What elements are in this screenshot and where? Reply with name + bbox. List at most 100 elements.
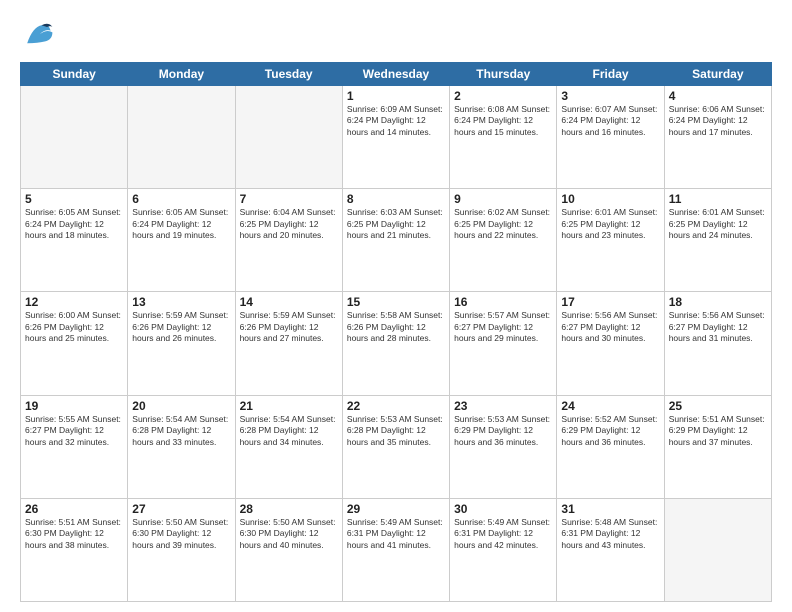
empty-cell (664, 498, 771, 601)
day-cell-31: 31Sunrise: 5:48 AM Sunset: 6:31 PM Dayli… (557, 498, 664, 601)
day-cell-6: 6Sunrise: 6:05 AM Sunset: 6:24 PM Daylig… (128, 189, 235, 292)
day-header-sunday: Sunday (21, 63, 128, 86)
day-cell-21: 21Sunrise: 5:54 AM Sunset: 6:28 PM Dayli… (235, 395, 342, 498)
day-info: Sunrise: 6:05 AM Sunset: 6:24 PM Dayligh… (25, 207, 123, 241)
day-info: Sunrise: 6:02 AM Sunset: 6:25 PM Dayligh… (454, 207, 552, 241)
day-cell-4: 4Sunrise: 6:06 AM Sunset: 6:24 PM Daylig… (664, 86, 771, 189)
page: SundayMondayTuesdayWednesdayThursdayFrid… (0, 0, 792, 612)
day-number: 25 (669, 399, 767, 413)
day-number: 19 (25, 399, 123, 413)
day-info: Sunrise: 5:54 AM Sunset: 6:28 PM Dayligh… (132, 414, 230, 448)
week-row-2: 5Sunrise: 6:05 AM Sunset: 6:24 PM Daylig… (21, 189, 772, 292)
day-number: 18 (669, 295, 767, 309)
day-cell-12: 12Sunrise: 6:00 AM Sunset: 6:26 PM Dayli… (21, 292, 128, 395)
day-info: Sunrise: 5:48 AM Sunset: 6:31 PM Dayligh… (561, 517, 659, 551)
header-row: SundayMondayTuesdayWednesdayThursdayFrid… (21, 63, 772, 86)
day-cell-18: 18Sunrise: 5:56 AM Sunset: 6:27 PM Dayli… (664, 292, 771, 395)
day-info: Sunrise: 5:50 AM Sunset: 6:30 PM Dayligh… (132, 517, 230, 551)
day-number: 1 (347, 89, 445, 103)
day-info: Sunrise: 6:03 AM Sunset: 6:25 PM Dayligh… (347, 207, 445, 241)
day-info: Sunrise: 5:49 AM Sunset: 6:31 PM Dayligh… (347, 517, 445, 551)
day-cell-20: 20Sunrise: 5:54 AM Sunset: 6:28 PM Dayli… (128, 395, 235, 498)
day-cell-1: 1Sunrise: 6:09 AM Sunset: 6:24 PM Daylig… (342, 86, 449, 189)
day-cell-3: 3Sunrise: 6:07 AM Sunset: 6:24 PM Daylig… (557, 86, 664, 189)
day-info: Sunrise: 5:57 AM Sunset: 6:27 PM Dayligh… (454, 310, 552, 344)
day-cell-28: 28Sunrise: 5:50 AM Sunset: 6:30 PM Dayli… (235, 498, 342, 601)
day-cell-19: 19Sunrise: 5:55 AM Sunset: 6:27 PM Dayli… (21, 395, 128, 498)
day-number: 29 (347, 502, 445, 516)
day-cell-22: 22Sunrise: 5:53 AM Sunset: 6:28 PM Dayli… (342, 395, 449, 498)
day-number: 26 (25, 502, 123, 516)
day-info: Sunrise: 6:06 AM Sunset: 6:24 PM Dayligh… (669, 104, 767, 138)
day-info: Sunrise: 5:50 AM Sunset: 6:30 PM Dayligh… (240, 517, 338, 551)
day-header-thursday: Thursday (450, 63, 557, 86)
logo-icon (20, 18, 56, 54)
day-info: Sunrise: 6:00 AM Sunset: 6:26 PM Dayligh… (25, 310, 123, 344)
day-info: Sunrise: 5:53 AM Sunset: 6:29 PM Dayligh… (454, 414, 552, 448)
day-number: 10 (561, 192, 659, 206)
day-number: 15 (347, 295, 445, 309)
day-info: Sunrise: 6:09 AM Sunset: 6:24 PM Dayligh… (347, 104, 445, 138)
day-number: 22 (347, 399, 445, 413)
day-cell-23: 23Sunrise: 5:53 AM Sunset: 6:29 PM Dayli… (450, 395, 557, 498)
day-number: 13 (132, 295, 230, 309)
day-header-friday: Friday (557, 63, 664, 86)
day-number: 30 (454, 502, 552, 516)
day-cell-16: 16Sunrise: 5:57 AM Sunset: 6:27 PM Dayli… (450, 292, 557, 395)
empty-cell (128, 86, 235, 189)
calendar-table: SundayMondayTuesdayWednesdayThursdayFrid… (20, 62, 772, 602)
logo (20, 18, 60, 54)
day-info: Sunrise: 5:53 AM Sunset: 6:28 PM Dayligh… (347, 414, 445, 448)
day-cell-8: 8Sunrise: 6:03 AM Sunset: 6:25 PM Daylig… (342, 189, 449, 292)
header (20, 18, 772, 54)
day-info: Sunrise: 5:56 AM Sunset: 6:27 PM Dayligh… (669, 310, 767, 344)
day-cell-2: 2Sunrise: 6:08 AM Sunset: 6:24 PM Daylig… (450, 86, 557, 189)
day-number: 23 (454, 399, 552, 413)
day-info: Sunrise: 6:04 AM Sunset: 6:25 PM Dayligh… (240, 207, 338, 241)
day-number: 2 (454, 89, 552, 103)
day-header-saturday: Saturday (664, 63, 771, 86)
day-header-monday: Monday (128, 63, 235, 86)
day-cell-30: 30Sunrise: 5:49 AM Sunset: 6:31 PM Dayli… (450, 498, 557, 601)
day-number: 14 (240, 295, 338, 309)
week-row-1: 1Sunrise: 6:09 AM Sunset: 6:24 PM Daylig… (21, 86, 772, 189)
day-cell-7: 7Sunrise: 6:04 AM Sunset: 6:25 PM Daylig… (235, 189, 342, 292)
day-number: 9 (454, 192, 552, 206)
day-cell-24: 24Sunrise: 5:52 AM Sunset: 6:29 PM Dayli… (557, 395, 664, 498)
day-cell-29: 29Sunrise: 5:49 AM Sunset: 6:31 PM Dayli… (342, 498, 449, 601)
week-row-5: 26Sunrise: 5:51 AM Sunset: 6:30 PM Dayli… (21, 498, 772, 601)
day-info: Sunrise: 5:59 AM Sunset: 6:26 PM Dayligh… (240, 310, 338, 344)
day-info: Sunrise: 5:55 AM Sunset: 6:27 PM Dayligh… (25, 414, 123, 448)
day-number: 4 (669, 89, 767, 103)
day-cell-17: 17Sunrise: 5:56 AM Sunset: 6:27 PM Dayli… (557, 292, 664, 395)
day-info: Sunrise: 6:07 AM Sunset: 6:24 PM Dayligh… (561, 104, 659, 138)
day-number: 11 (669, 192, 767, 206)
day-number: 5 (25, 192, 123, 206)
day-number: 3 (561, 89, 659, 103)
empty-cell (235, 86, 342, 189)
day-number: 16 (454, 295, 552, 309)
day-info: Sunrise: 6:01 AM Sunset: 6:25 PM Dayligh… (669, 207, 767, 241)
week-row-4: 19Sunrise: 5:55 AM Sunset: 6:27 PM Dayli… (21, 395, 772, 498)
day-cell-11: 11Sunrise: 6:01 AM Sunset: 6:25 PM Dayli… (664, 189, 771, 292)
day-number: 12 (25, 295, 123, 309)
day-cell-26: 26Sunrise: 5:51 AM Sunset: 6:30 PM Dayli… (21, 498, 128, 601)
day-info: Sunrise: 5:58 AM Sunset: 6:26 PM Dayligh… (347, 310, 445, 344)
day-cell-13: 13Sunrise: 5:59 AM Sunset: 6:26 PM Dayli… (128, 292, 235, 395)
day-info: Sunrise: 5:54 AM Sunset: 6:28 PM Dayligh… (240, 414, 338, 448)
day-header-wednesday: Wednesday (342, 63, 449, 86)
day-cell-15: 15Sunrise: 5:58 AM Sunset: 6:26 PM Dayli… (342, 292, 449, 395)
day-info: Sunrise: 6:08 AM Sunset: 6:24 PM Dayligh… (454, 104, 552, 138)
day-info: Sunrise: 5:52 AM Sunset: 6:29 PM Dayligh… (561, 414, 659, 448)
day-cell-10: 10Sunrise: 6:01 AM Sunset: 6:25 PM Dayli… (557, 189, 664, 292)
empty-cell (21, 86, 128, 189)
day-cell-27: 27Sunrise: 5:50 AM Sunset: 6:30 PM Dayli… (128, 498, 235, 601)
day-cell-25: 25Sunrise: 5:51 AM Sunset: 6:29 PM Dayli… (664, 395, 771, 498)
day-cell-14: 14Sunrise: 5:59 AM Sunset: 6:26 PM Dayli… (235, 292, 342, 395)
day-info: Sunrise: 5:56 AM Sunset: 6:27 PM Dayligh… (561, 310, 659, 344)
day-number: 6 (132, 192, 230, 206)
week-row-3: 12Sunrise: 6:00 AM Sunset: 6:26 PM Dayli… (21, 292, 772, 395)
day-info: Sunrise: 6:05 AM Sunset: 6:24 PM Dayligh… (132, 207, 230, 241)
day-number: 31 (561, 502, 659, 516)
day-number: 24 (561, 399, 659, 413)
